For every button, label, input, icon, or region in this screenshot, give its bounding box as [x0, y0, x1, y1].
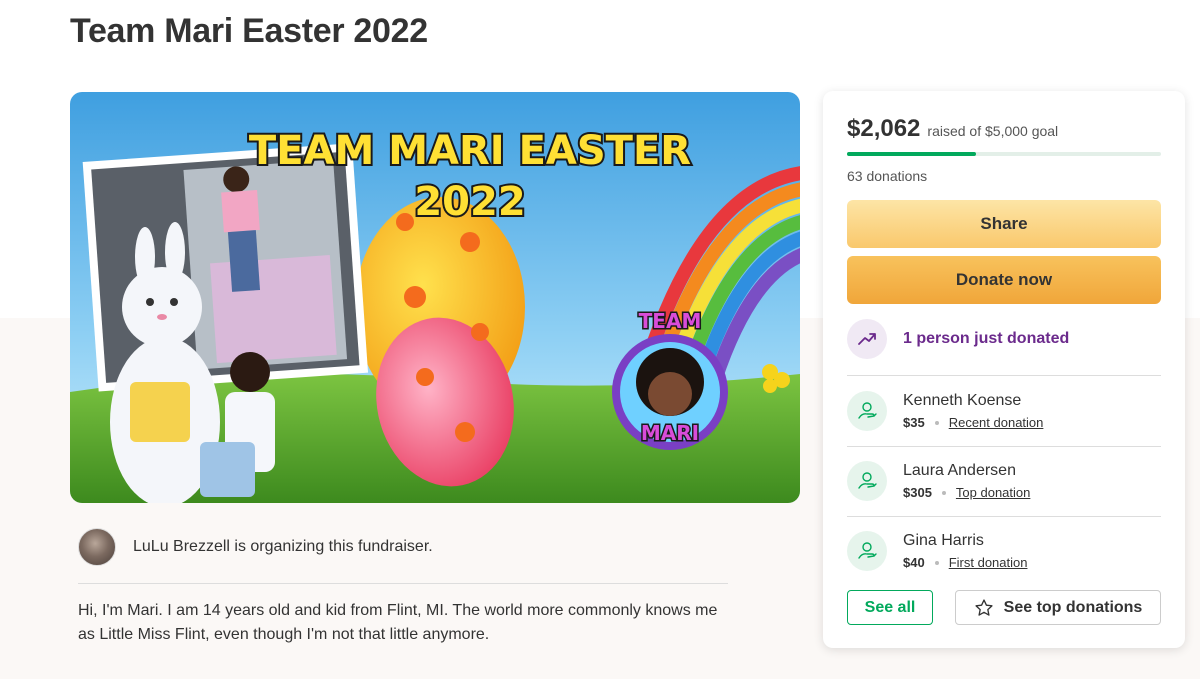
separator-dot — [934, 420, 939, 425]
banner-title-line1: TEAM MARI EASTER — [249, 128, 691, 174]
donor-amount: $305 — [903, 485, 932, 500]
donor-name: Laura Andersen — [903, 462, 1016, 479]
donor-row: Laura Andersen $305 Top donation — [847, 451, 1161, 511]
organizer-avatar[interactable] — [78, 528, 116, 566]
donor-hand-icon — [847, 391, 887, 431]
card-divider — [847, 375, 1161, 376]
recent-activity[interactable]: 1 person just donated — [847, 319, 1069, 359]
page-title: Team Mari Easter 2022 — [70, 12, 428, 50]
donor-name: Gina Harris — [903, 532, 984, 549]
badge-text-top: TEAM — [639, 309, 702, 333]
badge-text-bottom: MARI — [641, 421, 699, 445]
organizer-text: LuLu Brezzell is organizing this fundrai… — [133, 538, 433, 555]
donor-tag-link[interactable]: First donation — [949, 555, 1028, 570]
organizer-divider — [78, 583, 728, 584]
share-button[interactable]: Share — [847, 200, 1161, 248]
see-top-donations-button[interactable]: See top donations — [955, 590, 1161, 625]
raised-summary: $2,062 raised of $5,000 goal — [847, 115, 1058, 143]
progress-bar — [847, 152, 1161, 156]
banner-title-line2: 2022 — [414, 179, 525, 225]
donor-tag-link[interactable]: Recent donation — [949, 415, 1044, 430]
hero-image[interactable]: TEAM MARI EASTER 2022 TEAM MARI — [70, 92, 800, 503]
donation-card: $2,062 raised of $5,000 goal 63 donation… — [823, 91, 1185, 648]
donor-amount: $40 — [903, 555, 925, 570]
donation-count: 63 donations — [847, 168, 928, 184]
separator-dot — [941, 490, 946, 495]
see-top-donations-label: See top donations — [1003, 598, 1143, 616]
progress-fill — [847, 152, 976, 156]
donor-name: Kenneth Koense — [903, 392, 1022, 409]
donor-amount: $35 — [903, 415, 925, 430]
organizer-row: LuLu Brezzell is organizing this fundrai… — [78, 527, 728, 567]
donate-now-button[interactable]: Donate now — [847, 256, 1161, 304]
goal-text: raised of $5,000 goal — [927, 123, 1059, 139]
recent-activity-text: 1 person just donated — [903, 330, 1070, 347]
donor-row: Gina Harris $40 First donation — [847, 521, 1161, 581]
card-divider — [847, 516, 1161, 517]
donor-tag-link[interactable]: Top donation — [956, 485, 1030, 500]
see-all-button[interactable]: See all — [847, 590, 933, 625]
trend-up-icon — [847, 319, 887, 359]
star-icon — [975, 598, 993, 616]
card-divider — [847, 446, 1161, 447]
team-photo — [82, 143, 369, 392]
donor-hand-icon — [847, 531, 887, 571]
separator-dot — [934, 560, 939, 565]
raised-amount: $2,062 — [847, 115, 921, 142]
donor-hand-icon — [847, 461, 887, 501]
donor-row: Kenneth Koense $35 Recent donation — [847, 381, 1161, 441]
story-text: Hi, I'm Mari. I am 14 years old and kid … — [78, 602, 718, 643]
